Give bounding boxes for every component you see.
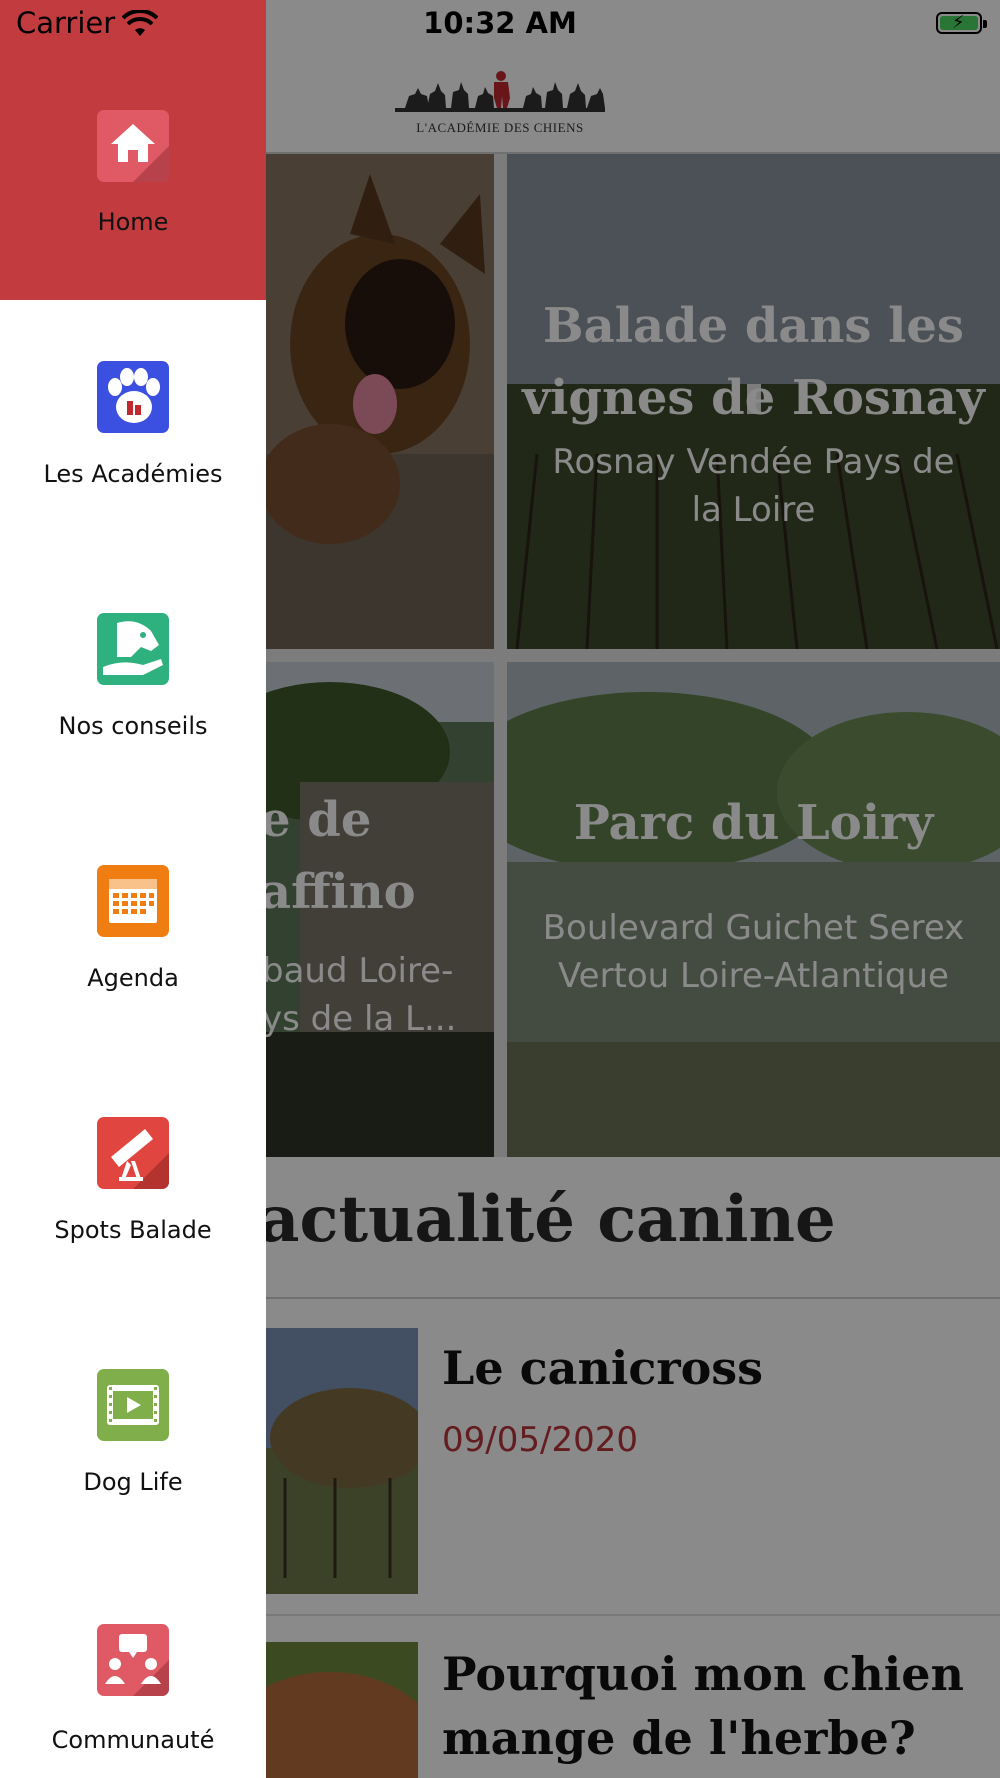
menu-item-academies[interactable]: Les Académies (0, 300, 266, 552)
carrier-label: Carrier (16, 6, 116, 40)
menu-item-agenda[interactable]: Agenda (0, 804, 266, 1056)
menu-label: Dog Life (83, 1468, 183, 1496)
menu-item-home[interactable]: Carrier Home (0, 0, 266, 300)
telescope-icon (97, 1117, 169, 1189)
wifi-icon (122, 10, 158, 36)
menu-label: Les Académies (43, 460, 223, 488)
home-icon (97, 110, 169, 182)
paw-icon (97, 361, 169, 433)
menu-label: Spots Balade (54, 1216, 212, 1244)
video-icon (97, 1369, 169, 1441)
side-menu: Carrier Home Les Académies Nos conseils … (0, 0, 266, 1778)
community-icon (97, 1624, 169, 1696)
menu-label: Communauté (51, 1726, 215, 1754)
menu-label: Home (97, 208, 169, 236)
menu-label: Nos conseils (58, 712, 208, 740)
menu-item-community[interactable]: Communauté (0, 1560, 266, 1778)
app-page: 10:32 AM ⚡ L'ACADÉMIE DES CHIENS Balade … (0, 0, 1000, 1778)
calendar-icon (97, 865, 169, 937)
menu-label: Agenda (87, 964, 179, 992)
dog-hand-icon (97, 613, 169, 685)
menu-item-advice[interactable]: Nos conseils (0, 552, 266, 804)
menu-item-dog-life[interactable]: Dog Life (0, 1308, 266, 1560)
menu-item-spots[interactable]: Spots Balade (0, 1056, 266, 1308)
